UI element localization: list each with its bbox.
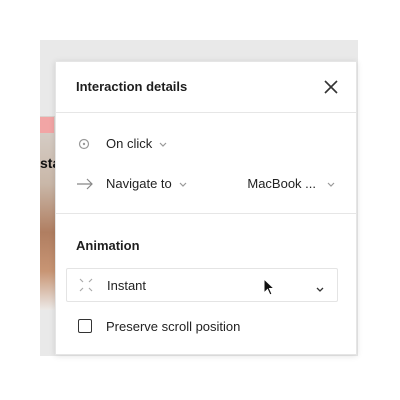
section-divider [56,213,356,214]
destination-dropdown[interactable]: MacBook ... [247,176,336,192]
action-label: Navigate to [106,176,172,191]
animation-select[interactable]: Instant [66,268,338,302]
preserve-scroll-checkbox[interactable] [78,319,92,333]
chevron-down-icon [158,137,168,152]
panel-header: Interaction details [56,62,356,113]
trigger-dropdown[interactable]: On click [106,136,168,152]
action-row[interactable]: Navigate to MacBook ... [56,170,356,198]
mouse-pointer-icon [263,277,277,298]
chevron-down-icon [178,177,188,192]
interaction-details-panel: Interaction details On click Navigate to [55,61,357,355]
circle-trigger-icon [76,136,92,152]
arrow-right-icon [76,176,93,192]
preserve-scroll-label: Preserve scroll position [106,319,241,334]
instant-transition-icon [79,278,93,292]
frame-tag [40,117,54,133]
close-icon[interactable] [318,74,344,100]
chevron-down-icon [315,281,325,299]
action-dropdown[interactable]: Navigate to [106,176,188,192]
panel-title: Interaction details [76,79,188,94]
animation-selected-value: Instant [107,278,147,293]
destination-label: MacBook ... [247,176,316,191]
trigger-row[interactable]: On click [56,130,356,158]
chevron-down-icon [326,177,336,192]
animation-section-title: Animation [76,238,140,253]
trigger-label: On click [106,136,153,151]
